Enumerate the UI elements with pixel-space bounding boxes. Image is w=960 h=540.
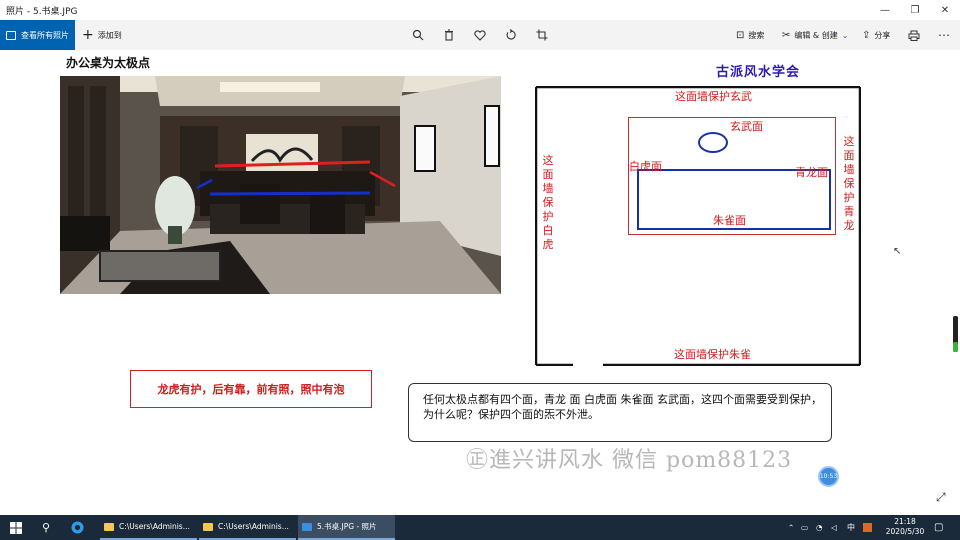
minimize-button[interactable]: — bbox=[870, 0, 900, 20]
plus-icon: + bbox=[82, 27, 94, 43]
association-title: 古派风水学会 bbox=[716, 65, 801, 80]
fullscreen-button[interactable]: ⤢ bbox=[936, 490, 946, 505]
view-all-photos-label: 查看所有照片 bbox=[21, 30, 69, 40]
xuanwu-label: 玄武面 bbox=[730, 120, 763, 133]
more-icon: ⋯ bbox=[938, 28, 950, 42]
time-badge: 10:53 bbox=[818, 466, 839, 487]
ime-indicator[interactable]: 中 bbox=[847, 515, 855, 540]
taiji-point-oval bbox=[698, 132, 728, 153]
taskbar-app-label: 5.书桌.JPG - 照片 bbox=[317, 522, 377, 531]
app-tray-icon[interactable] bbox=[863, 515, 872, 540]
favorite-button[interactable] bbox=[468, 20, 492, 50]
battery-icon[interactable]: ▭ bbox=[801, 515, 808, 540]
tray-chevron-up-icon[interactable]: ⌃ bbox=[788, 515, 794, 540]
mouse-cursor-icon: ↖ bbox=[893, 246, 902, 257]
taskbar-browser-button[interactable] bbox=[66, 515, 88, 540]
left-note-box: 龙虎有护，后有靠，前有照，照中有泡 bbox=[130, 370, 372, 408]
title-bar: 照片 - 5.书桌.JPG — ❐ ✕ bbox=[0, 0, 960, 20]
trash-icon bbox=[445, 29, 453, 41]
chevron-down-icon: ⌄ bbox=[841, 30, 849, 40]
share-button[interactable]: ⇪ 分享 bbox=[862, 20, 890, 50]
close-button[interactable]: ✕ bbox=[930, 0, 960, 20]
doc-heading: 办公桌为太极点 bbox=[66, 56, 151, 70]
taskbar-app-label: C:\Users\Adminis... bbox=[218, 522, 289, 531]
qinglong-label: 青龙面 bbox=[795, 166, 828, 179]
taskbar-search-button[interactable]: ⚲ bbox=[36, 515, 56, 540]
notification-icon[interactable]: ▢ bbox=[934, 515, 943, 540]
photos-app-window: 照片 - 5.书桌.JPG — ❐ ✕ 查看所有照片 + 添加到 ⊡ 搜索 ✂ … bbox=[0, 0, 960, 540]
photos-icon bbox=[6, 30, 16, 40]
rotate-icon bbox=[506, 29, 516, 40]
scrollbar-thumb[interactable] bbox=[953, 316, 958, 352]
office-room-image bbox=[60, 76, 501, 294]
top-wall-label: 这面墙保护玄武 bbox=[675, 90, 752, 103]
zhuque-label: 朱雀面 bbox=[713, 214, 746, 227]
printer-icon bbox=[908, 30, 920, 41]
left-wall-label: 这面墙保护白虎 bbox=[542, 154, 554, 251]
add-to-label: 添加到 bbox=[97, 30, 122, 40]
taskbar-app-label: C:\Users\Adminis... bbox=[119, 522, 190, 531]
search-icon: ⚲ bbox=[41, 521, 51, 534]
delete-button[interactable] bbox=[437, 20, 461, 50]
search-button[interactable]: ⊡ 搜索 bbox=[736, 20, 764, 50]
clock[interactable]: 21:18 2020/5/30 bbox=[880, 517, 930, 537]
share-icon: ⇪ bbox=[862, 29, 871, 41]
share-label: 分享 bbox=[874, 30, 891, 40]
tray-app-icon bbox=[863, 523, 872, 532]
start-button[interactable] bbox=[0, 515, 32, 540]
taskbar-app-explorer-2[interactable]: C:\Users\Adminis... bbox=[199, 515, 296, 540]
taskbar-app-photos[interactable]: 5.书桌.JPG - 照片 bbox=[298, 515, 395, 540]
window-title: 照片 - 5.书桌.JPG bbox=[6, 6, 78, 17]
watermark-text: ㊣進兴讲风水 微信 pom88123 bbox=[466, 448, 793, 473]
zoom-icon bbox=[412, 29, 424, 41]
folder-icon bbox=[203, 522, 213, 531]
baihu-label: 白虎面 bbox=[629, 160, 662, 173]
folder-icon bbox=[104, 522, 114, 531]
bottom-wall-label: 这面墙保护朱雀 bbox=[674, 348, 751, 361]
right-note-box: 任何太极点都有四个面，青龙 面 白虎面 朱雀面 玄武面，这四个面需要受到保护，为… bbox=[408, 383, 832, 442]
heart-icon bbox=[474, 29, 486, 41]
volume-icon[interactable]: ◁ bbox=[831, 515, 837, 540]
add-to-button[interactable]: + 添加到 bbox=[82, 20, 122, 50]
view-all-photos-button[interactable]: 查看所有照片 bbox=[0, 20, 75, 50]
search-label: 搜索 bbox=[748, 30, 765, 40]
windows-logo-icon bbox=[10, 521, 22, 534]
taskbar-app-explorer-1[interactable]: C:\Users\Adminis... bbox=[100, 515, 197, 540]
browser-icon bbox=[71, 521, 83, 534]
clock-date: 2020/5/30 bbox=[885, 527, 925, 536]
edit-icon: ✂ bbox=[782, 29, 791, 41]
network-icon[interactable]: ◔ bbox=[816, 515, 823, 540]
search-icon: ⊡ bbox=[736, 29, 745, 41]
clock-time: 21:18 bbox=[894, 517, 916, 526]
photos-icon bbox=[302, 522, 312, 531]
edit-create-button[interactable]: ✂ 编辑 & 创建 ⌄ bbox=[782, 20, 848, 50]
photo-view: 办公桌为太极点 古派风水学会 这面墙保护玄武 这面墙保护白虎 这面墙保护青龙 这… bbox=[0, 50, 960, 515]
right-wall-label: 这面墙保护青龙 bbox=[843, 135, 855, 232]
edit-create-label: 编辑 & 创建 bbox=[794, 30, 838, 40]
expand-icon: ⤢ bbox=[936, 490, 946, 504]
print-button[interactable] bbox=[902, 20, 926, 50]
rotate-button[interactable] bbox=[499, 20, 523, 50]
crop-button[interactable] bbox=[530, 20, 554, 50]
more-options-button[interactable]: ⋯ bbox=[932, 20, 956, 50]
toolbar: 查看所有照片 + 添加到 ⊡ 搜索 ✂ 编辑 & 创建 ⌄ ⇪ 分享 ⋯ bbox=[0, 20, 960, 50]
taskbar: ⚲ C:\Users\Adminis... C:\Users\Adminis..… bbox=[0, 515, 960, 540]
crop-icon bbox=[536, 29, 548, 41]
zoom-button[interactable] bbox=[406, 20, 430, 50]
maximize-button[interactable]: ❐ bbox=[900, 0, 930, 20]
